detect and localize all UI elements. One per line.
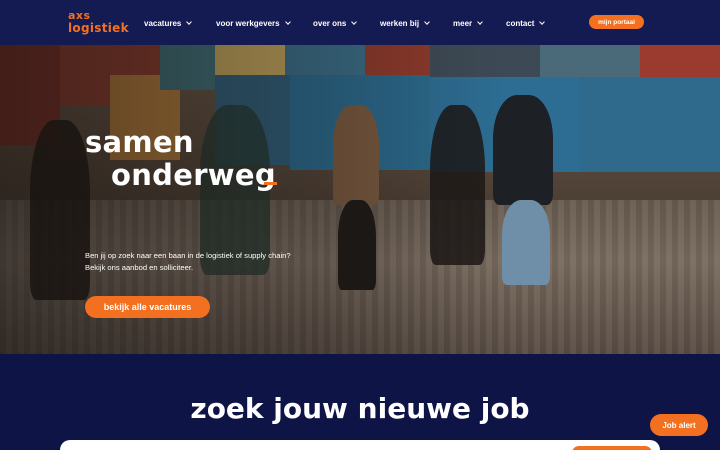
chevron-down-icon — [284, 18, 291, 25]
headline-accent-dash — [264, 182, 277, 185]
mijn-portaal-button[interactable]: mijn portaal — [589, 15, 644, 29]
chevron-down-icon — [351, 18, 358, 25]
search-section-title: zoek jouw nieuwe job — [190, 392, 530, 425]
chevron-down-icon — [477, 18, 483, 25]
nav-item-voor-werkgevers[interactable]: voor werkgevers — [216, 16, 291, 30]
nav-item-contact[interactable]: contact — [506, 16, 546, 30]
nav-item-vacatures[interactable]: vacatures — [144, 16, 193, 30]
chevron-down-icon — [186, 18, 193, 25]
search-button[interactable] — [572, 446, 652, 450]
hero-headline-line-1: samen — [85, 125, 194, 159]
hero-headline-line-2: onderweg — [111, 158, 276, 192]
site-header: axs logistiek vacatures voor werkgevers … — [0, 0, 720, 45]
view-all-vacancies-button[interactable]: bekijk alle vacatures — [85, 296, 210, 318]
chevron-down-icon — [424, 18, 430, 25]
job-alert-button[interactable]: Job alert — [650, 414, 708, 436]
hero-intro-text: Ben jij op zoek naar een baan in de logi… — [85, 251, 291, 272]
nav-label: vacatures — [144, 18, 182, 28]
nav-label: contact — [506, 18, 535, 28]
nav-item-meer[interactable]: meer — [453, 16, 483, 30]
nav-item-werken-bij[interactable]: werken bij — [380, 16, 430, 30]
logo-line-2: logistiek — [68, 21, 129, 35]
nav-label: voor werkgevers — [216, 18, 280, 28]
nav-label: over ons — [313, 18, 347, 28]
logo-line-1: axs — [68, 9, 91, 22]
nav-label: werken bij — [380, 18, 420, 28]
axs-logistiek-logo[interactable]: axs logistiek — [68, 9, 129, 35]
nav-item-over-ons[interactable]: over ons — [313, 16, 358, 30]
hero-section: samen onderweg Ben jij op zoek naar een … — [0, 45, 720, 354]
job-search-bar[interactable] — [60, 440, 660, 450]
chevron-down-icon — [539, 18, 546, 25]
nav-label: meer — [453, 18, 473, 28]
page: axs logistiek vacatures voor werkgevers … — [0, 0, 720, 450]
